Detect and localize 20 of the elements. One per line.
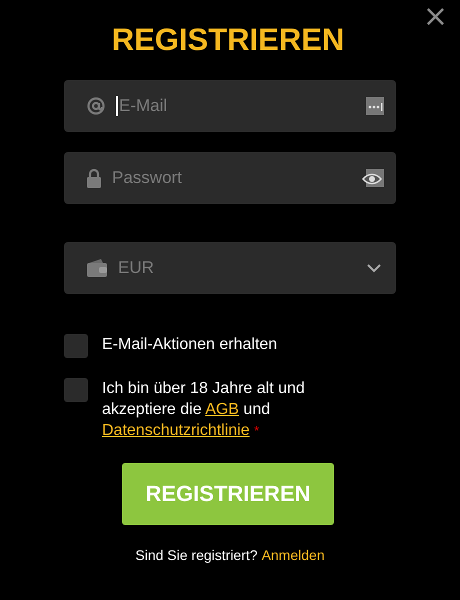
close-button[interactable]: × [418, 2, 452, 32]
privacy-link[interactable]: Datenschutzrichtlinie [102, 422, 250, 439]
login-prompt: Sind Sie registriert? [135, 547, 258, 563]
dots-icon [366, 97, 384, 115]
checkbox-label: E-Mail-Aktionen erhalten [102, 335, 278, 355]
checkbox[interactable] [64, 334, 88, 358]
chevron-down-icon [367, 264, 381, 272]
input-field[interactable]: Passwort [64, 152, 396, 204]
terms-link[interactable]: AGB [205, 401, 239, 418]
wallet-icon [86, 259, 108, 277]
form-title: REGISTRIEREN [112, 21, 344, 59]
checkbox[interactable] [64, 378, 88, 402]
input-field[interactable]: E-Mail [119, 96, 366, 116]
lock-icon [86, 168, 102, 188]
input-field[interactable]: Passwort [112, 168, 362, 188]
login-link[interactable]: Anmelden [262, 547, 325, 563]
at-sign-icon [86, 96, 106, 116]
eye-icon[interactable] [362, 169, 384, 187]
terms-text: Ich bin über 18 Jahre alt und akzeptiere die AGB und Datenschutzrichtlinie * [102, 379, 306, 441]
input-field[interactable]: E-Mail [64, 80, 396, 132]
